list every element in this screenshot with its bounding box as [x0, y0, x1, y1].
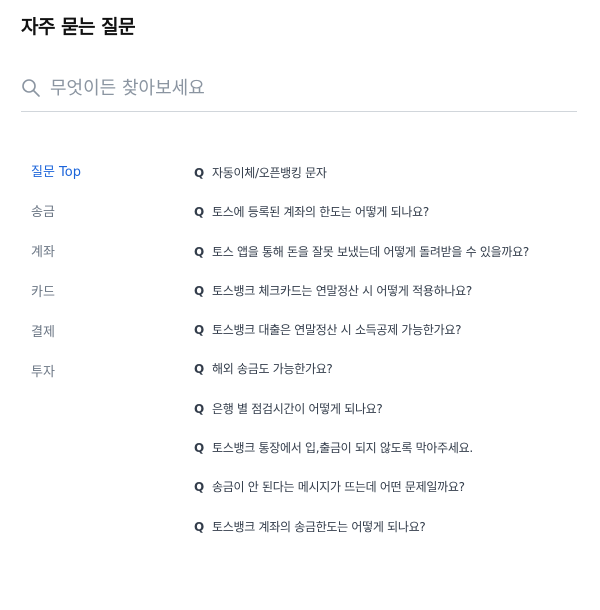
sidebar-item-transfer[interactable]: 송금	[31, 200, 161, 240]
faq-marker: Q	[194, 401, 205, 416]
faq-question: 해외 송금도 가능한가요?	[212, 362, 333, 377]
faq-question: 송금이 안 된다는 메시지가 뜨는데 어떤 문제일까요?	[212, 480, 465, 495]
sidebar-item-payment[interactable]: 결제	[31, 320, 161, 360]
faq-marker: Q	[194, 441, 205, 456]
faq-question: 토스뱅크 대출은 연말정산 시 소득공제 가능한가요?	[212, 323, 462, 338]
faq-item[interactable]: Q 토스뱅크 계좌의 송금한도는 어떻게 되나요?	[194, 514, 584, 553]
faq-item[interactable]: Q 송금이 안 된다는 메시지가 뜨는데 어떤 문제일까요?	[194, 474, 584, 513]
category-sidebar: 질문 Top 송금 계좌 카드 결제 투자	[31, 160, 161, 400]
faq-marker: Q	[194, 283, 205, 298]
faq-item[interactable]: Q 토스에 등록된 계좌의 한도는 어떻게 되나요?	[194, 199, 584, 238]
faq-item[interactable]: Q 토스뱅크 통장에서 입,출금이 되지 않도록 막아주세요.	[194, 435, 584, 474]
faq-question: 토스뱅크 통장에서 입,출금이 되지 않도록 막아주세요.	[212, 441, 473, 456]
faq-item[interactable]: Q 토스 앱을 통해 돈을 잘못 보냈는데 어떻게 돌려받을 수 있을까요?	[194, 239, 584, 278]
faq-question: 토스에 등록된 계좌의 한도는 어떻게 되나요?	[212, 205, 429, 220]
faq-page: 자주 묻는 질문 질문 Top송금계좌카드결제투자 Q자동이체/오픈뱅킹 문자Q…	[0, 0, 600, 610]
faq-item[interactable]: Q 토스뱅크 대출은 연말정산 시 소득공제 가능한가요?	[194, 317, 584, 356]
faq-item[interactable]: Q 은행 별 점검시간이 어떻게 되나요?	[194, 396, 584, 435]
faq-marker: Q	[194, 244, 205, 259]
search-input[interactable]	[50, 72, 550, 104]
faq-marker: Q	[194, 519, 205, 534]
faq-item[interactable]: Q 자동이체/오픈뱅킹 문자	[194, 160, 584, 199]
faq-item[interactable]: Q 해외 송금도 가능한가요?	[194, 356, 584, 395]
faq-list: Q 자동이체/오픈뱅킹 문자 Q 토스에 등록된 계좌의 한도는 어떻게 되나요? Q 토…	[194, 160, 584, 553]
faq-question: 자동이체/오픈뱅킹 문자	[212, 166, 327, 180]
faq-question: 토스뱅크 체크카드는 연말정산 시 어떻게 적용하나요?	[212, 283, 472, 298]
sidebar-item-account[interactable]: 계좌	[31, 240, 161, 280]
sidebar-item-investment[interactable]: 투자	[31, 360, 161, 400]
faq-marker: Q	[194, 205, 205, 220]
faq-marker: Q	[194, 166, 205, 180]
faq-question: 은행 별 점검시간이 어떻게 되나요?	[212, 401, 383, 416]
faq-item[interactable]: Q 토스뱅크 체크카드는 연말정산 시 어떻게 적용하나요?	[194, 278, 584, 317]
faq-question: 토스뱅크 계좌의 송금한도는 어떻게 되나요?	[212, 519, 426, 534]
page-title: 자주 묻는 질문	[21, 16, 136, 38]
sidebar-item-card[interactable]: 카드	[31, 280, 161, 320]
search-bar[interactable]	[21, 66, 577, 112]
sidebar-item-top[interactable]: 질문 Top	[31, 160, 161, 200]
search-icon	[21, 78, 41, 98]
faq-question: 토스 앱을 통해 돈을 잘못 보냈는데 어떻게 돌려받을 수 있을까요?	[212, 244, 529, 259]
faq-marker: Q	[194, 362, 205, 377]
faq-marker: Q	[194, 323, 205, 338]
faq-marker: Q	[194, 480, 205, 495]
